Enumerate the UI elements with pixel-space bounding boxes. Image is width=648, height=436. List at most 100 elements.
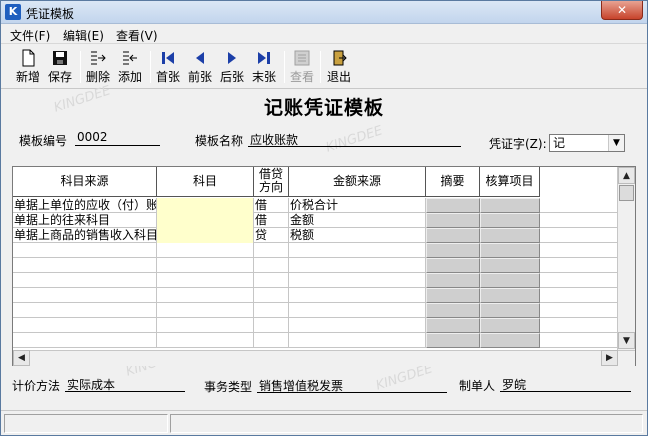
maker-field[interactable]: 罗皖 [500,376,631,392]
pricing-method-field[interactable]: 实际成本 [65,376,185,392]
cell-dc[interactable] [254,303,289,318]
accounting-item-button[interactable] [480,258,540,273]
cell-dc[interactable] [254,243,289,258]
table-row[interactable] [13,303,617,318]
horizontal-scrollbar[interactable]: ◀ ▶ [13,350,635,366]
cell-dc[interactable] [254,288,289,303]
cell-subject[interactable] [157,243,254,258]
cell-amount-source[interactable] [289,333,426,348]
cell-amount-source[interactable]: 价税合计 [289,198,426,213]
cell-source[interactable] [13,288,157,303]
table-row[interactable] [13,243,617,258]
cell-amount-source[interactable] [289,258,426,273]
menu-file[interactable]: 文件(F) [10,27,50,44]
cell-amount-source[interactable] [289,303,426,318]
cell-dc[interactable]: 借 [254,198,289,213]
vertical-scrollbar[interactable]: ▲ ▼ [617,167,635,350]
scroll-up-icon[interactable]: ▲ [618,167,635,184]
template-no-field[interactable]: 0002 [75,130,160,146]
next-button[interactable]: 后张 [216,48,248,86]
accounting-item-button[interactable] [480,303,540,318]
exit-label: 退出 [326,70,351,84]
cell-source[interactable] [13,333,157,348]
summary-button[interactable] [426,303,480,318]
cell-dc[interactable] [254,318,289,333]
cell-subject[interactable] [157,318,254,333]
cell-subject[interactable] [157,228,254,243]
accounting-item-button[interactable] [480,333,540,348]
scroll-thumb[interactable] [619,185,634,201]
scroll-left-icon[interactable]: ◀ [13,350,30,366]
accounting-item-button[interactable] [480,228,540,243]
template-name-field[interactable]: 应收账款 [248,131,461,147]
cell-amount-source[interactable] [289,288,426,303]
cell-source[interactable] [13,318,157,333]
summary-button[interactable] [426,258,480,273]
cell-amount-source[interactable] [289,243,426,258]
table-row[interactable] [13,288,617,303]
accounting-item-button[interactable] [480,213,540,228]
summary-button[interactable] [426,333,480,348]
save-button[interactable]: 保存 [44,48,76,86]
table-row[interactable]: 单据上的往来科目 借金额 [13,213,617,228]
menu-edit[interactable]: 编辑(E) [63,27,104,44]
cell-subject[interactable] [157,213,254,228]
cell-source[interactable] [13,258,157,273]
cell-subject[interactable] [157,288,254,303]
table-row[interactable] [13,318,617,333]
summary-button[interactable] [426,318,480,333]
cell-subject[interactable] [157,258,254,273]
scroll-down-icon[interactable]: ▼ [618,332,635,349]
cell-dc[interactable] [254,273,289,288]
prev-button[interactable]: 前张 [184,48,216,86]
summary-button[interactable] [426,243,480,258]
menu-view[interactable]: 查看(V) [116,27,158,44]
chevron-down-icon[interactable]: ▼ [608,135,624,151]
voucher-word-select[interactable]: 记 ▼ [549,134,625,152]
cell-amount-source[interactable] [289,318,426,333]
accounting-item-button[interactable] [480,288,540,303]
cell-source[interactable]: 单据上商品的销售收入科目 [13,228,157,243]
cell-amount-source[interactable] [289,273,426,288]
last-button[interactable]: 末张 [248,48,280,86]
table-row[interactable] [13,273,617,288]
cell-dc[interactable]: 借 [254,213,289,228]
cell-source[interactable] [13,243,157,258]
table-row[interactable]: 单据上商品的销售收入科目 贷税额 [13,228,617,243]
table-row[interactable] [13,258,617,273]
add-button[interactable]: 添加 [114,48,146,86]
cell-subject[interactable] [157,198,254,213]
delete-button[interactable]: 删除 [82,48,114,86]
accounting-item-button[interactable] [480,198,540,213]
exit-button[interactable]: 退出 [323,48,355,86]
accounting-item-button[interactable] [480,243,540,258]
business-type-field[interactable]: 销售增值税发票 [257,377,447,393]
new-button[interactable]: 新增 [12,48,44,86]
accounting-item-button[interactable] [480,273,540,288]
table-row[interactable]: 单据上单位的应收（付）账 借价税合计 [13,198,617,213]
cell-source[interactable] [13,273,157,288]
cell-source[interactable] [13,303,157,318]
cell-subject[interactable] [157,303,254,318]
cell-dc[interactable] [254,258,289,273]
cell-amount-source[interactable]: 税额 [289,228,426,243]
cell-dc[interactable]: 贷 [254,228,289,243]
cell-subject[interactable] [157,273,254,288]
cell-source[interactable]: 单据上单位的应收（付）账 [13,198,157,213]
table-row[interactable] [13,333,617,348]
view-button[interactable]: 查看 [286,48,318,86]
summary-button[interactable] [426,228,480,243]
summary-button[interactable] [426,213,480,228]
summary-button[interactable] [426,198,480,213]
scroll-right-icon[interactable]: ▶ [601,350,618,366]
add-row-icon [123,51,137,65]
first-button[interactable]: 首张 [152,48,184,86]
accounting-item-button[interactable] [480,318,540,333]
cell-subject[interactable] [157,333,254,348]
summary-button[interactable] [426,288,480,303]
cell-amount-source[interactable]: 金额 [289,213,426,228]
summary-button[interactable] [426,273,480,288]
cell-source[interactable]: 单据上的往来科目 [13,213,157,228]
close-button[interactable]: ✕ [601,1,643,20]
cell-dc[interactable] [254,333,289,348]
